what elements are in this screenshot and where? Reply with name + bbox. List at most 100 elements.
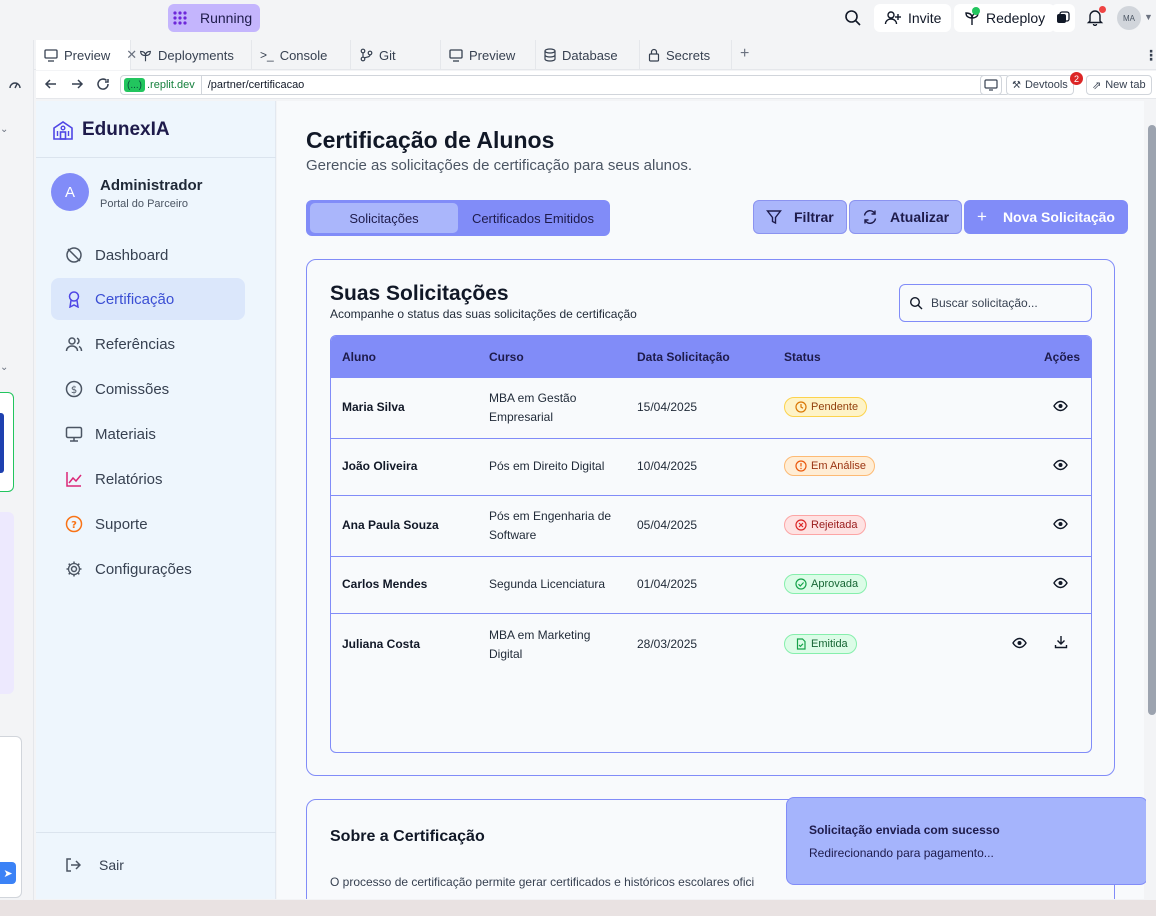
eye-icon[interactable] — [1053, 577, 1068, 589]
tab-preview-2[interactable]: Preview — [441, 40, 536, 70]
table-row[interactable]: Carlos Mendes Segunda Licenciatura 01/04… — [331, 557, 1091, 614]
chevron-down-icon[interactable]: ▼ — [1144, 12, 1153, 22]
sidebar-item-label: Dashboard — [95, 246, 169, 264]
sidebar-item-configuracoes[interactable]: Configurações — [51, 548, 245, 590]
sidebar-item-referencias[interactable]: Referências — [51, 323, 245, 365]
kebab-menu-icon[interactable]: ⋮ — [1144, 47, 1156, 64]
eye-icon[interactable] — [1053, 518, 1068, 530]
run-status-button[interactable]: Running — [192, 4, 261, 32]
stack-icon[interactable] — [1051, 4, 1075, 32]
column-header[interactable]: Data Solicitação — [637, 350, 730, 364]
student-name: João Oliveira — [342, 459, 418, 473]
tab-console[interactable]: >_ Console — [252, 40, 351, 70]
filter-button[interactable]: Filtrar — [753, 200, 847, 234]
sidebar-item-dashboard[interactable]: Dashboard — [51, 234, 245, 276]
new-tab-button[interactable]: ⇗ New tab — [1086, 75, 1152, 95]
table-row[interactable]: Maria Silva MBA em Gestão Empresarial 15… — [331, 378, 1091, 439]
add-user-icon — [884, 10, 902, 26]
tab-certificados-emitidos[interactable]: Certificados Emitidos — [458, 203, 608, 233]
course-name: MBA em Marketing Digital — [489, 628, 591, 661]
gear-icon — [65, 560, 83, 578]
user-name: Administrador — [100, 177, 203, 194]
sidebar-item-label: Materiais — [95, 425, 156, 443]
table-header: Aluno Curso Data Solicitação Status Açõe… — [331, 336, 1091, 378]
search-input[interactable]: Buscar solicitação... — [899, 284, 1092, 322]
refresh-icon[interactable] — [96, 77, 110, 91]
tab-label: Git — [379, 47, 396, 63]
taskbar-strip — [0, 900, 1156, 916]
deploy-icon — [139, 49, 152, 62]
side-panel-card[interactable] — [0, 392, 14, 492]
sidebar-item-relatorios[interactable]: Relatórios — [51, 458, 245, 500]
success-toast[interactable]: Solicitação enviada com sucesso Redireci… — [786, 797, 1148, 885]
sidebar-item-label: Comissões — [95, 380, 170, 398]
tab-label: Database — [562, 47, 618, 63]
sidebar-item-label: Configurações — [95, 560, 192, 578]
avatar[interactable]: A — [51, 173, 89, 211]
tab-preview[interactable]: Preview ✕ — [36, 40, 137, 70]
new-request-label: Nova Solicitação — [1002, 209, 1115, 225]
sidebar-item-label: Relatórios — [95, 470, 163, 488]
eye-icon[interactable] — [1053, 400, 1068, 412]
course-name: MBA em Gestão Empresarial — [489, 391, 577, 424]
ide-side-strip: ⌄ ⌄ ➤ — [0, 40, 34, 916]
sidebar-item-materiais[interactable]: Materiais — [51, 413, 245, 455]
page-subtitle: Gerencie as solicitações de certificação… — [306, 157, 693, 174]
status-badge: Em Análise — [784, 456, 876, 476]
monitor-icon — [44, 48, 58, 62]
table-row[interactable]: João Oliveira Pós em Direito Digital 10/… — [331, 439, 1091, 496]
user-avatar-top[interactable]: MA — [1117, 6, 1141, 30]
search-placeholder: Buscar solicitação... — [931, 296, 1038, 310]
column-header[interactable]: Curso — [489, 350, 524, 364]
back-arrow-icon[interactable] — [44, 77, 58, 91]
logout-button[interactable]: Sair — [65, 857, 124, 873]
chevron-down-icon[interactable]: ⌄ — [0, 124, 8, 135]
refresh-button[interactable]: Atualizar — [849, 200, 963, 234]
tab-solicitacoes[interactable]: Solicitações — [310, 203, 458, 233]
devtools-count-badge: 2 — [1070, 72, 1083, 85]
sidebar-item-suporte[interactable]: ? Suporte — [51, 503, 245, 545]
forward-arrow-icon[interactable] — [70, 77, 84, 91]
tab-secrets[interactable]: Secrets — [640, 40, 732, 70]
download-icon[interactable] — [1054, 635, 1068, 649]
eye-icon[interactable] — [1053, 459, 1068, 471]
table-row[interactable]: Ana Paula Souza Pós em Engenharia de Sof… — [331, 496, 1091, 557]
sidebar-item-comissoes[interactable]: $ Comissões — [51, 368, 245, 410]
tab-deployments[interactable]: Deployments — [131, 40, 252, 70]
sidebar-item-certificacao[interactable]: Certificação — [51, 278, 245, 320]
table-row[interactable]: Juliana Costa MBA em Marketing Digital 2… — [331, 614, 1091, 676]
scrollbar[interactable] — [1146, 101, 1156, 899]
run-grid-icon[interactable] — [168, 4, 192, 32]
chart-line-icon — [65, 470, 83, 488]
brand[interactable]: EdunexIA — [52, 119, 170, 141]
send-icon[interactable]: ➤ — [0, 862, 16, 884]
gauge-icon[interactable] — [8, 78, 22, 90]
tab-database[interactable]: Database — [536, 40, 640, 70]
url-field[interactable]: (...) .replit.dev /partner/certificacao … — [120, 75, 1010, 95]
column-header[interactable]: Status — [784, 350, 821, 364]
dollar-icon: $ — [65, 380, 83, 398]
sidebar-item-label: Suporte — [95, 515, 148, 533]
brand-name: EdunexIA — [82, 119, 170, 140]
search-icon[interactable] — [843, 8, 863, 28]
add-tab-icon[interactable]: + — [740, 45, 749, 63]
chevron-down-icon[interactable]: ⌄ — [0, 362, 8, 373]
devtools-button[interactable]: ⚒ Devtools — [1006, 75, 1074, 95]
redeploy-button[interactable]: Redeploy — [954, 4, 1056, 32]
svg-text:$: $ — [71, 385, 77, 396]
url-domain: .replit.dev — [147, 79, 195, 91]
tab-git[interactable]: Git — [351, 40, 441, 70]
column-header[interactable]: Aluno — [342, 350, 376, 364]
tab-label: Preview — [64, 47, 111, 63]
scrollbar-thumb[interactable] — [1148, 125, 1156, 715]
screen-icon[interactable] — [980, 75, 1002, 95]
about-title: Sobre a Certificação — [330, 828, 485, 845]
external-link-icon: ⇗ — [1092, 79, 1102, 92]
column-header[interactable]: Ações — [1044, 350, 1080, 364]
side-panel-area — [0, 512, 14, 694]
invite-button[interactable]: Invite — [874, 4, 952, 32]
tab-label: Deployments — [158, 47, 234, 63]
eye-icon[interactable] — [1012, 637, 1027, 649]
bell-icon[interactable] — [1086, 6, 1106, 26]
new-request-button[interactable]: + Nova Solicitação — [964, 200, 1128, 234]
